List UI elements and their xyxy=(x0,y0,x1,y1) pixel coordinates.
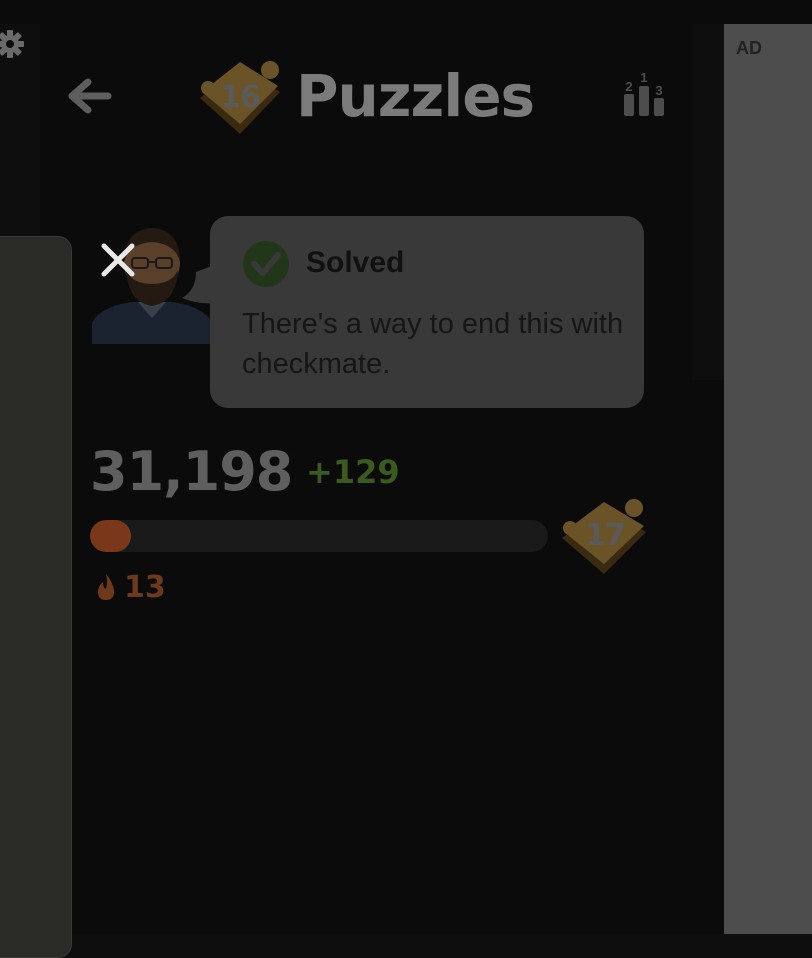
close-icon xyxy=(101,243,135,277)
gear-icon[interactable] xyxy=(0,28,26,60)
next-level-number: 17 xyxy=(585,518,626,553)
next-level-badge: 17 xyxy=(560,496,650,576)
rating-change: +129 xyxy=(306,453,400,491)
status-label: Solved xyxy=(306,246,405,279)
page-title: Puzzles xyxy=(296,62,535,130)
board-panel-edge xyxy=(0,236,72,958)
puzzle-level-badge: 16 xyxy=(198,58,282,136)
back-button[interactable] xyxy=(66,76,114,116)
flame-icon xyxy=(94,572,118,602)
leaderboard-podium-icon: 2 1 3 xyxy=(624,70,664,116)
leaderboard-rank-3: 3 xyxy=(655,83,662,98)
leaderboard-rank-2: 2 xyxy=(625,79,632,94)
hint-message: There's a way to end this with checkmate… xyxy=(242,308,624,380)
level-progress-bar xyxy=(90,520,548,552)
streak-count: 13 xyxy=(124,570,166,605)
arrow-left-icon xyxy=(68,78,112,114)
check-circle-icon xyxy=(242,240,290,288)
puzzle-level-number: 16 xyxy=(220,80,261,115)
ad-panel[interactable]: AD xyxy=(724,24,812,934)
leaderboard-rank-1: 1 xyxy=(640,70,647,85)
puzzle-rating: 31,198 xyxy=(90,440,293,503)
ad-label: AD xyxy=(736,38,762,58)
level-progress-fill xyxy=(90,520,132,552)
top-strip xyxy=(0,0,812,24)
leaderboard-button[interactable]: 2 1 3 xyxy=(620,70,668,120)
close-button[interactable] xyxy=(96,238,140,282)
